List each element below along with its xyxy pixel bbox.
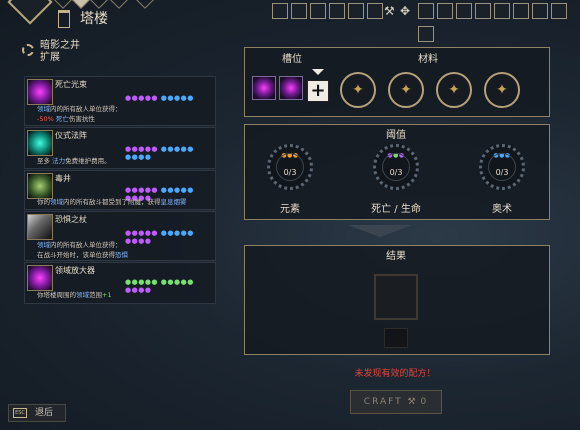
- no-recipe-warning: 未发现有效的配方！: [354, 369, 436, 379]
- death-beam-icon: [27, 79, 53, 105]
- poison-well-icon: [27, 173, 53, 199]
- threshold-gauge-death-life: ●●● 0/3: [373, 144, 419, 190]
- card-name: 死亡光束: [55, 80, 87, 89]
- well-subtitle: 扩展: [40, 52, 60, 63]
- result-slot[interactable]: [374, 274, 418, 320]
- inventory-slot[interactable]: [494, 3, 510, 19]
- threshold-value: 0/3: [382, 153, 410, 181]
- slot-death-beam[interactable]: [252, 76, 276, 100]
- inventory-slot[interactable]: [532, 3, 548, 19]
- inventory-slot[interactable]: [513, 3, 529, 19]
- threshold-title: 阈值: [386, 130, 406, 141]
- upgrade-card-fear-rod[interactable]: 恐惧之杖 ●●●●● ●●●●● ●●●● 领域内的所有敌人单位获得： 在战斗开…: [24, 211, 216, 261]
- add-slot-button[interactable]: +: [307, 80, 329, 102]
- inventory-slot[interactable]: [310, 3, 326, 19]
- selected-marker-icon: [312, 69, 324, 75]
- gear-cluster-icon: ✥: [400, 4, 411, 18]
- inventory-slot[interactable]: [272, 3, 288, 19]
- material-slot[interactable]: ✦: [484, 72, 520, 108]
- craft-label: CRAFT: [363, 397, 403, 407]
- card-desc: 领域内的所有敌人单位获得： 在战斗开始时，该单位获得恐惧: [37, 241, 128, 259]
- flow-arrow-icon: [348, 225, 412, 237]
- card-name: 恐惧之杖: [55, 215, 87, 224]
- slot-label: 槽位: [282, 54, 302, 65]
- page-pip-5[interactable]: [135, 0, 155, 9]
- tower-emblem: [7, 0, 53, 25]
- back-label: 退后: [35, 408, 54, 418]
- inventory-slot[interactable]: [291, 3, 307, 19]
- slot-domain-amplifier[interactable]: [279, 76, 303, 100]
- upgrade-card-ritual-circle[interactable]: 仪式法阵 ●●●●● ●●●●● ●●●● 至多 法力免费维护费用。: [24, 127, 216, 169]
- craft-hammer-icon: ⚒: [407, 397, 416, 407]
- inventory-slot[interactable]: [418, 26, 434, 42]
- result-title: 结果: [386, 251, 406, 262]
- inventory-slot[interactable]: [551, 3, 567, 19]
- cost-dots: ●●●●● ●●●●● ●●●●: [125, 229, 194, 245]
- ritual-circle-icon: [27, 130, 53, 156]
- card-name: 毒井: [55, 174, 71, 183]
- inventory-slot[interactable]: [418, 3, 434, 19]
- card-name: 仪式法阵: [55, 131, 87, 140]
- inventory-slot[interactable]: [475, 3, 491, 19]
- material-insect-icon: ✦: [496, 82, 508, 98]
- craft-button[interactable]: CRAFT ⚒ 0: [350, 390, 442, 414]
- upgrade-card-domain-amplifier[interactable]: 领域放大器 ●●●●● ●●●●● ●●●● 你塔楼周围的领域范围+1: [24, 262, 216, 304]
- material-insect-icon: ✦: [352, 82, 364, 98]
- card-desc: 领域内的所有敌人单位获得： -50% 死亡伤害抗性: [37, 105, 122, 123]
- result-secondary-slot[interactable]: [384, 328, 408, 348]
- well-header: 暗影之井 扩展: [40, 40, 80, 64]
- threshold-gauge-element: ●●● 0/3: [267, 144, 313, 190]
- material-insect-icon: ✦: [448, 82, 460, 98]
- card-name: 领域放大器: [55, 266, 95, 275]
- hammer-icon: ⚒: [384, 4, 395, 18]
- cost-dots: ●●●●● ●●●●●: [125, 94, 194, 102]
- threshold-value: 0/3: [276, 153, 304, 181]
- material-slot[interactable]: ✦: [436, 72, 472, 108]
- page-pip-1[interactable]: [53, 0, 73, 9]
- upgrade-card-poison-well[interactable]: 毒井 ●●●●● ●●●●● ●●●● 你的领域内的所有敌斗都受到了附魔，获得皇…: [24, 170, 216, 210]
- material-insect-icon: ✦: [400, 82, 412, 98]
- card-desc: 至多 法力免费维护费用。: [37, 157, 111, 165]
- threshold-value: 0/3: [488, 153, 516, 181]
- back-button[interactable]: ESC 退后: [8, 404, 66, 422]
- card-desc: 你塔楼周围的领域范围+1: [37, 291, 112, 299]
- threshold-label: 元素: [280, 204, 300, 215]
- fear-rod-icon: [27, 214, 53, 240]
- card-desc: 你的领域内的所有敌斗都受到了附魔，获得皇息烟雾: [37, 198, 187, 206]
- domain-amplifier-icon: [27, 265, 53, 291]
- threshold-label: 死亡 / 生命: [371, 204, 421, 215]
- well-name: 暗影之井: [40, 40, 80, 51]
- inventory-slot[interactable]: [456, 3, 472, 19]
- well-gear-icon: [22, 44, 34, 56]
- inventory-slot[interactable]: [348, 3, 364, 19]
- inventory-slot[interactable]: [367, 3, 383, 19]
- craft-count: 0: [420, 397, 429, 407]
- page-title: 塔楼: [80, 11, 108, 27]
- upgrade-card-death-beam[interactable]: 死亡光束 ●●●●● ●●●●● 领域内的所有敌人单位获得： -50% 死亡伤害…: [24, 76, 216, 126]
- material-slot[interactable]: ✦: [388, 72, 424, 108]
- threshold-label: 奥术: [492, 204, 512, 215]
- material-slot[interactable]: ✦: [340, 72, 376, 108]
- inventory-slot[interactable]: [329, 3, 345, 19]
- tower-icon: [58, 10, 70, 28]
- esc-key-icon: ESC: [13, 408, 27, 418]
- inventory-slot[interactable]: [437, 3, 453, 19]
- material-label: 材料: [418, 54, 438, 65]
- cost-dots: ●●●●● ●●●●● ●●●●: [125, 278, 194, 294]
- page-pip-4[interactable]: [109, 0, 129, 9]
- cost-dots: ●●●●● ●●●●● ●●●●: [125, 145, 194, 161]
- threshold-gauge-arcane: ●●● 0/3: [479, 144, 525, 190]
